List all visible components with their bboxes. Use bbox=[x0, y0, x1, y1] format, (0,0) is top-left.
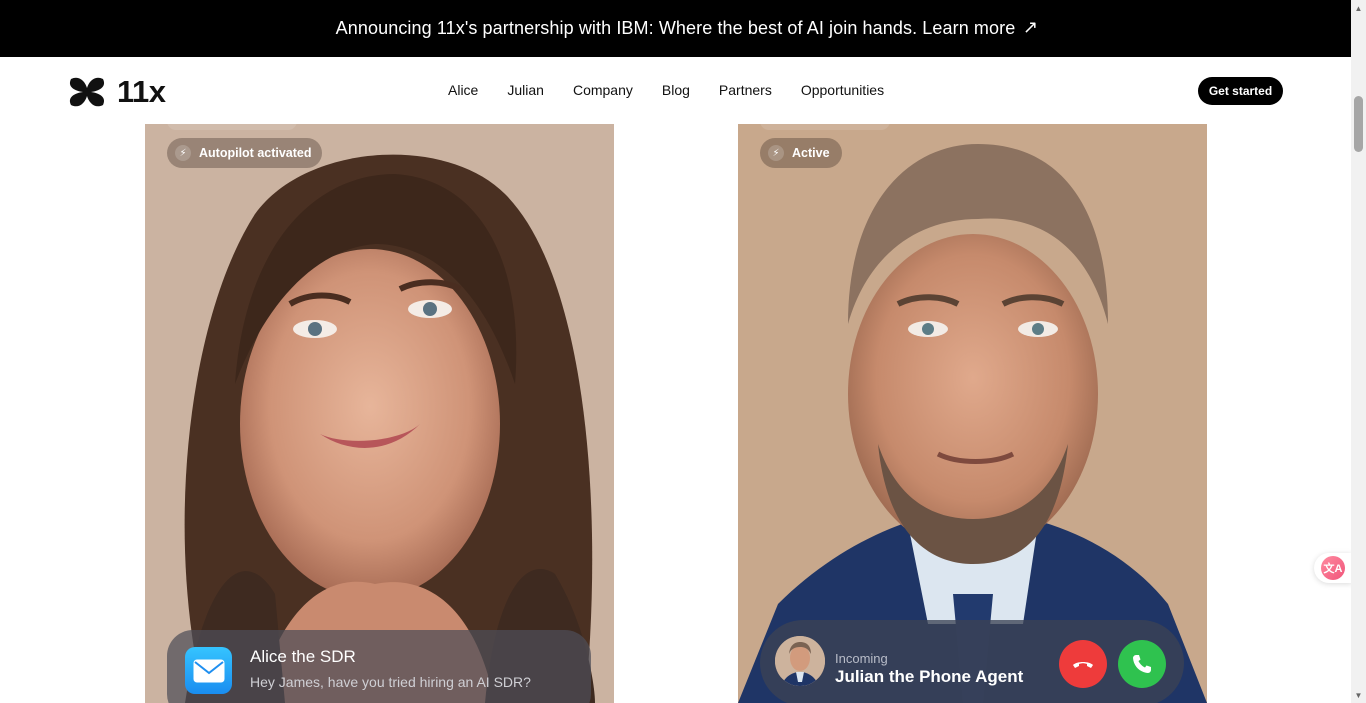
brand-name: 11x bbox=[117, 74, 166, 109]
translate-icon: 文A bbox=[1321, 556, 1345, 580]
lightning-icon: ⚡ bbox=[768, 145, 784, 161]
decline-call-icon bbox=[1073, 662, 1093, 668]
accept-call-icon bbox=[1133, 655, 1151, 673]
julian-card: ⚡ Active Incoming Julian the Phone Agent bbox=[738, 124, 1207, 703]
nav-link-alice[interactable]: Alice bbox=[448, 82, 478, 98]
autopilot-badge-label: Autopilot activated bbox=[199, 146, 312, 160]
translate-widget-button[interactable]: 文A bbox=[1314, 553, 1352, 583]
top-nav: 11x Alice Julian Company Blog Partners O… bbox=[0, 57, 1351, 124]
scroll-down-arrow-icon[interactable]: ▼ bbox=[1351, 687, 1366, 703]
message-title: Alice the SDR bbox=[250, 647, 356, 666]
hidden-badge-edge bbox=[167, 124, 297, 130]
caller-avatar bbox=[775, 636, 825, 686]
hidden-badge-edge bbox=[760, 124, 890, 130]
announcement-text[interactable]: Announcing 11x's partnership with IBM: W… bbox=[336, 18, 1016, 39]
nav-link-blog[interactable]: Blog bbox=[662, 82, 690, 98]
incoming-call-notification[interactable]: Incoming Julian the Phone Agent bbox=[760, 620, 1184, 703]
autopilot-badge: ⚡ Autopilot activated bbox=[167, 138, 322, 168]
external-arrow-icon[interactable]: ↗ bbox=[1023, 17, 1038, 38]
active-badge-label: Active bbox=[792, 146, 830, 160]
accept-call-button[interactable] bbox=[1118, 640, 1166, 688]
nav-link-opportunities[interactable]: Opportunities bbox=[801, 82, 884, 98]
mail-icon bbox=[185, 647, 232, 694]
message-preview: Hey James, have you tried hiring an AI S… bbox=[250, 674, 531, 690]
nav-links: Alice Julian Company Blog Partners Oppor… bbox=[448, 82, 884, 98]
active-badge: ⚡ Active bbox=[760, 138, 842, 168]
alice-message-notification[interactable]: Alice the SDR Hey James, have you tried … bbox=[167, 630, 591, 703]
brand-mark-icon bbox=[69, 77, 105, 107]
announcement-bar[interactable]: Announcing 11x's partnership with IBM: W… bbox=[0, 0, 1351, 57]
brand-logo[interactable]: 11x bbox=[67, 74, 166, 110]
alice-card: ⚡ Autopilot activated Alice the SDR Hey … bbox=[145, 124, 614, 703]
decline-call-button[interactable] bbox=[1059, 640, 1107, 688]
alice-portrait-image bbox=[145, 124, 614, 703]
julian-portrait-image bbox=[738, 124, 1207, 703]
scroll-up-arrow-icon[interactable]: ▲ bbox=[1351, 0, 1366, 16]
call-status-label: Incoming bbox=[835, 651, 888, 666]
page: Announcing 11x's partnership with IBM: W… bbox=[0, 0, 1366, 703]
nav-link-julian[interactable]: Julian bbox=[507, 82, 544, 98]
nav-link-partners[interactable]: Partners bbox=[719, 82, 772, 98]
lightning-icon: ⚡ bbox=[175, 145, 191, 161]
get-started-button[interactable]: Get started bbox=[1198, 77, 1283, 105]
nav-link-company[interactable]: Company bbox=[573, 82, 633, 98]
scrollbar-thumb[interactable] bbox=[1354, 96, 1363, 152]
caller-name: Julian the Phone Agent bbox=[835, 667, 1024, 686]
